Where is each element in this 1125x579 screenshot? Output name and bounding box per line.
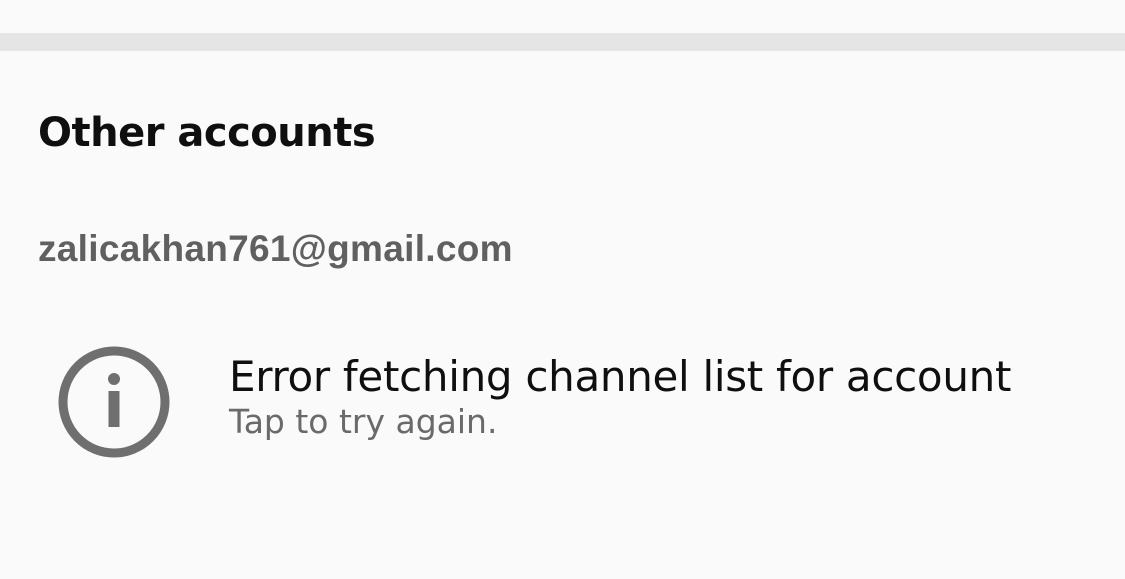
error-message: Error fetching channel list for account xyxy=(229,352,1012,401)
section-title: Other accounts xyxy=(38,110,376,156)
info-icon xyxy=(57,345,171,459)
error-retry-item[interactable]: Error fetching channel list for account … xyxy=(0,330,1125,470)
error-text-group: Error fetching channel list for account … xyxy=(229,350,1011,442)
section-divider xyxy=(0,33,1125,51)
account-email: zalicakhan761@gmail.com xyxy=(38,228,513,269)
top-area xyxy=(0,0,1125,33)
retry-hint: Tap to try again. xyxy=(229,402,498,441)
